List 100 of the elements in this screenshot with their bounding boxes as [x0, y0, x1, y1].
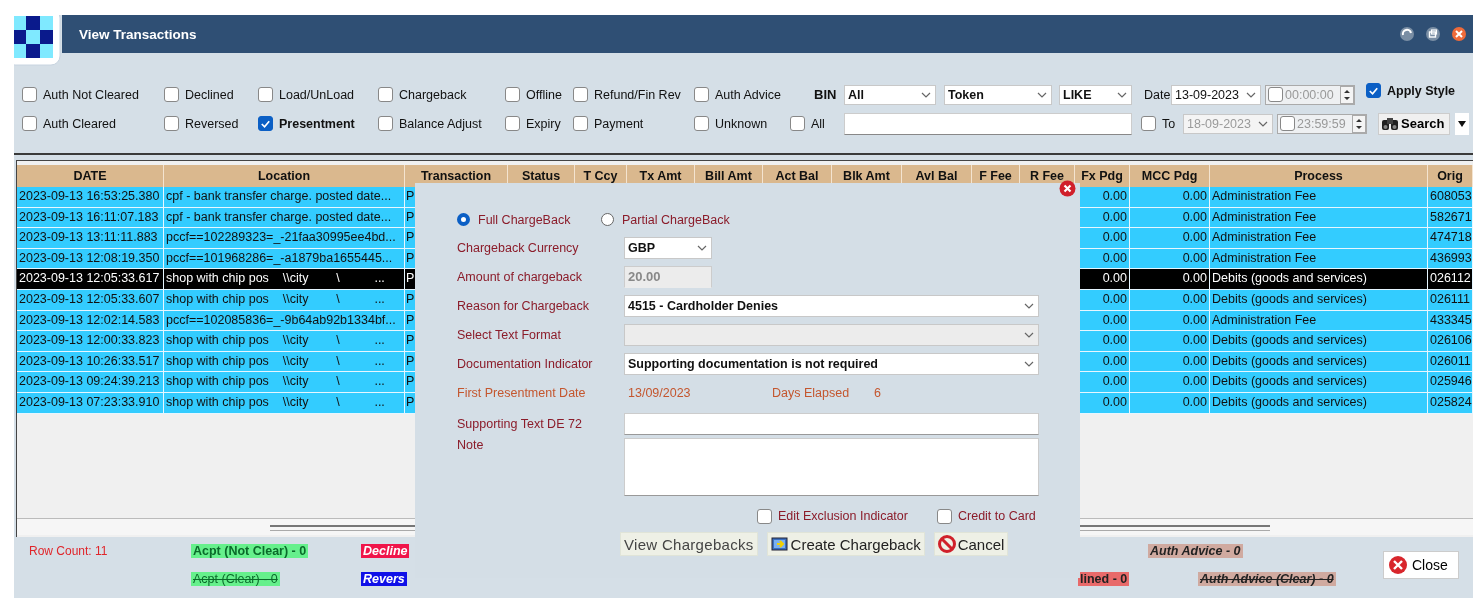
table-cell[interactable]: 0.00	[1130, 310, 1210, 332]
table-cell[interactable]: 0.00	[1080, 289, 1130, 311]
cancel-button[interactable]: Cancel	[933, 532, 1009, 556]
table-cell[interactable]: pccf==102289323=_-21faa30995ee4bd...	[164, 228, 405, 249]
table-cell[interactable]: Administration Fee	[1210, 248, 1428, 270]
checkbox[interactable]	[378, 87, 393, 102]
date-picker[interactable]: 13-09-2023	[1171, 84, 1261, 105]
dropdown[interactable]: Supporting documentation is not required	[624, 352, 1039, 375]
checkbox[interactable]	[1141, 116, 1156, 131]
checkbox[interactable]	[505, 87, 520, 102]
table-cell[interactable]: 0.00	[1130, 331, 1210, 352]
checkbox[interactable]	[505, 116, 520, 131]
checkbox[interactable]	[1366, 83, 1381, 98]
action-button[interactable]: View Chargebacks	[620, 532, 758, 556]
checkbox-label[interactable]: Load/UnLoad	[279, 87, 355, 102]
table-cell[interactable]: Administration Fee	[1210, 228, 1428, 249]
table-cell[interactable]: 2023-09-13 12:00:33.823	[17, 331, 164, 352]
table-cell[interactable]: 2023-09-13 16:11:07.183	[17, 207, 164, 229]
checkbox[interactable]	[22, 116, 37, 131]
checkbox-label[interactable]: All	[811, 116, 825, 131]
checkbox-label[interactable]: To	[1162, 116, 1176, 131]
note-field[interactable]	[624, 438, 1039, 496]
table-cell[interactable]: cpf - bank transfer charge. posted date...	[164, 207, 405, 229]
currency-dropdown[interactable]: GBP	[624, 236, 712, 259]
table-cell[interactable]: 0.00	[1080, 331, 1130, 352]
table-cell[interactable]: 2023-09-13 12:05:33.617	[17, 269, 164, 290]
checkbox-label[interactable]: Offline	[526, 87, 562, 102]
dropdown[interactable]: 4515 - Cardholder Denies	[624, 294, 1039, 317]
table-cell[interactable]: 0.00	[1080, 228, 1130, 249]
dropdown-arrow-button[interactable]	[1455, 112, 1469, 135]
checkbox[interactable]	[790, 116, 805, 131]
table-cell[interactable]: 025824	[1428, 392, 1473, 414]
table-cell[interactable]: 0.00	[1130, 289, 1210, 311]
table-cell[interactable]: 433345	[1428, 310, 1473, 332]
table-cell[interactable]: Debits (goods and services)	[1210, 269, 1428, 290]
table-cell[interactable]: 026106	[1428, 331, 1473, 352]
table-cell[interactable]: Debits (goods and services)	[1210, 289, 1428, 311]
table-cell[interactable]: 0.00	[1080, 207, 1130, 229]
table-cell[interactable]: 0.00	[1080, 392, 1130, 414]
checkbox-label[interactable]: Reversed	[185, 116, 239, 131]
table-cell[interactable]: 2023-09-13 12:05:33.607	[17, 289, 164, 311]
table-cell[interactable]: pccf==102085836=_-9b64ab92b1334bf...	[164, 310, 405, 332]
table-cell[interactable]: 2023-09-13 13:11:11.883	[17, 228, 164, 249]
table-cell[interactable]: 474718	[1428, 228, 1473, 249]
radio-label[interactable]: Partial ChargeBack	[622, 212, 730, 227]
table-cell[interactable]: 436993	[1428, 248, 1473, 270]
radio-button[interactable]	[601, 213, 614, 226]
table-cell[interactable]: 0.00	[1080, 351, 1130, 373]
checkbox[interactable]	[258, 87, 273, 102]
table-cell[interactable]: 026111	[1428, 289, 1473, 311]
checkbox[interactable]	[573, 116, 588, 131]
table-cell[interactable]: 026011	[1428, 351, 1473, 373]
checkbox-label[interactable]: Declined	[185, 87, 234, 102]
checkbox[interactable]	[937, 508, 952, 524]
table-cell[interactable]: 0.00	[1130, 248, 1210, 270]
table-cell[interactable]: shop with chip pos \\city \ ...	[164, 351, 405, 373]
action-button[interactable]: Create Chargeback	[766, 532, 925, 556]
table-cell[interactable]: Debits (goods and services)	[1210, 372, 1428, 393]
checkbox-label[interactable]: Balance Adjust	[399, 116, 482, 131]
search-button[interactable]: Search	[1378, 112, 1450, 135]
table-cell[interactable]: 0.00	[1080, 310, 1130, 332]
checkbox[interactable]	[258, 116, 273, 131]
operator-dropdown[interactable]: LIKE	[1059, 84, 1132, 105]
checkbox-label[interactable]: Chargeback	[399, 87, 467, 102]
table-cell[interactable]: 0.00	[1130, 269, 1210, 290]
table-cell[interactable]: 0.00	[1080, 372, 1130, 393]
radio-button[interactable]	[457, 213, 470, 226]
checkbox-label[interactable]: Payment	[594, 116, 644, 131]
checkbox-label[interactable]: Auth Advice	[715, 87, 781, 102]
table-cell[interactable]: Debits (goods and services)	[1210, 351, 1428, 373]
checkbox[interactable]	[1268, 87, 1283, 102]
table-cell[interactable]: 0.00	[1130, 372, 1210, 393]
checkbox-label[interactable]: Presentment	[279, 116, 355, 131]
checkbox[interactable]	[164, 116, 179, 131]
checkbox-label[interactable]: Refund/Fin Rev	[594, 87, 681, 102]
table-cell[interactable]: 2023-09-13 07:23:33.910	[17, 392, 164, 414]
table-cell[interactable]: Administration Fee	[1210, 187, 1428, 208]
field-dropdown[interactable]: Token	[944, 84, 1052, 105]
checkbox[interactable]	[1280, 116, 1295, 131]
table-cell[interactable]: 0.00	[1130, 228, 1210, 249]
checkbox[interactable]	[757, 508, 772, 524]
checkbox[interactable]	[164, 87, 179, 102]
table-cell[interactable]: shop with chip pos \\city \ ...	[164, 372, 405, 393]
checkbox-label[interactable]: Apply Style	[1387, 83, 1456, 98]
table-cell[interactable]: 0.00	[1130, 187, 1210, 208]
table-cell[interactable]: pccf==101968286=_-a1879ba1655445...	[164, 248, 405, 270]
checkbox-label[interactable]: Auth Not Cleared	[43, 87, 139, 102]
checkbox-label[interactable]: Credit to Card	[958, 509, 1036, 523]
checkbox[interactable]	[22, 87, 37, 102]
table-cell[interactable]: 025946	[1428, 372, 1473, 393]
bin-dropdown[interactable]: All	[844, 84, 936, 105]
table-cell[interactable]: 0.00	[1130, 392, 1210, 414]
table-cell[interactable]: 608053	[1428, 187, 1473, 208]
checkbox[interactable]	[378, 116, 393, 131]
input-field[interactable]	[624, 412, 1039, 435]
close-button[interactable]: Close	[1383, 551, 1459, 579]
checkbox-label[interactable]: Unknown	[715, 116, 768, 131]
table-cell[interactable]: cpf - bank transfer charge. posted date...	[164, 187, 405, 208]
table-cell[interactable]: shop with chip pos \\city \ ...	[164, 269, 405, 290]
table-cell[interactable]: 0.00	[1080, 187, 1130, 208]
